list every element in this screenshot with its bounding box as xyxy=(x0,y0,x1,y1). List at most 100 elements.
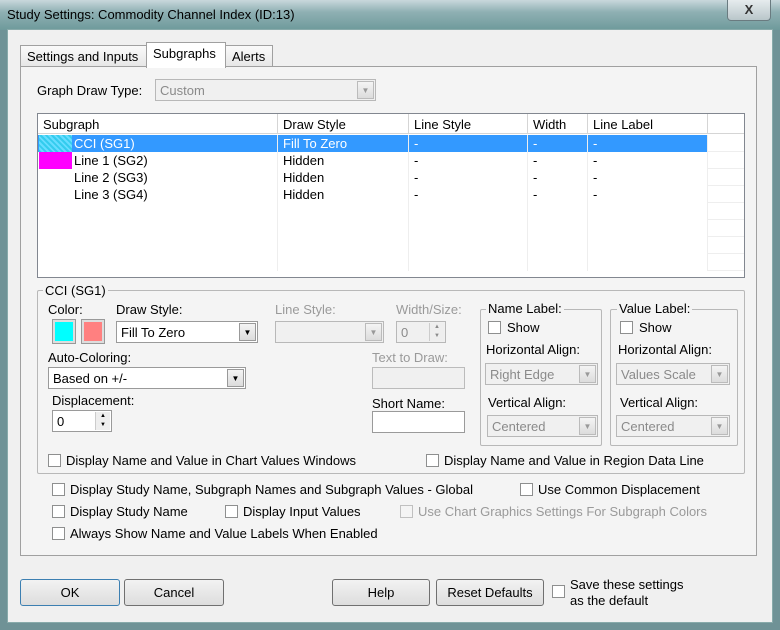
displacement-label: Displacement: xyxy=(52,393,135,408)
display-study-name-checkbox[interactable] xyxy=(52,505,65,518)
table-row[interactable]: Line 1 (SG2) Hidden - - - xyxy=(38,152,744,169)
name-label-horizontal-align-select[interactable]: Right Edge ▼ xyxy=(485,363,598,385)
spin-arrows-icon[interactable]: ▲ ▼ xyxy=(429,323,444,341)
cell-width xyxy=(528,254,588,271)
cell-name: CCI (SG1) xyxy=(38,135,278,152)
cell-draw-style: Hidden xyxy=(278,169,409,186)
cell-line-label xyxy=(588,237,708,254)
graph-draw-type-value: Custom xyxy=(160,83,205,98)
value-label-vertical-align-label: Vertical Align: xyxy=(620,395,699,410)
displacement-value: 0 xyxy=(57,414,65,429)
common-displacement-label: Use Common Displacement xyxy=(538,482,700,497)
cell-line-label xyxy=(588,220,708,237)
global-display-checkbox[interactable] xyxy=(52,483,65,496)
column-header-width[interactable]: Width xyxy=(528,114,588,134)
column-header-subgraph[interactable]: Subgraph xyxy=(38,114,278,134)
reset-defaults-button[interactable]: Reset Defaults xyxy=(436,579,544,606)
cell-line-style: - xyxy=(409,186,528,203)
auto-coloring-select[interactable]: Based on +/- ▼ xyxy=(48,367,246,389)
close-button[interactable]: X xyxy=(727,0,771,21)
chevron-down-icon: ▼ xyxy=(227,369,244,387)
chart-graphics-checkbox[interactable] xyxy=(400,505,413,518)
auto-coloring-label: Auto-Coloring: xyxy=(48,350,132,365)
cell-draw-style: Hidden xyxy=(278,152,409,169)
value-label-vertical-align-select[interactable]: Centered ▼ xyxy=(616,415,730,437)
short-name-label: Short Name: xyxy=(372,396,445,411)
table-row[interactable]: Line 2 (SG3) Hidden - - - xyxy=(38,169,744,186)
graph-draw-type-select[interactable]: Custom ▼ xyxy=(155,79,376,101)
short-name-input[interactable] xyxy=(372,411,465,433)
chart-values-label: Display Name and Value in Chart Values W… xyxy=(66,453,356,468)
always-show-labels-checkbox[interactable] xyxy=(52,527,65,540)
always-show-labels-label: Always Show Name and Value Labels When E… xyxy=(70,526,378,541)
cell-name xyxy=(38,220,278,237)
cell-width: - xyxy=(528,186,588,203)
display-input-values-label: Display Input Values xyxy=(243,504,361,519)
chevron-down-icon: ▼ xyxy=(711,417,728,435)
cell-draw-style xyxy=(278,220,409,237)
value-label-horizontal-align-select[interactable]: Values Scale ▼ xyxy=(616,363,730,385)
name-label-vertical-align-select[interactable]: Centered ▼ xyxy=(487,415,598,437)
table-row[interactable]: CCI (SG1) Fill To Zero - - - xyxy=(38,135,744,152)
cell-width xyxy=(528,203,588,220)
help-button[interactable]: Help xyxy=(332,579,430,606)
cell-line-label xyxy=(588,254,708,271)
cell-line-style xyxy=(409,237,528,254)
name-label-show-checkbox[interactable] xyxy=(488,321,501,334)
tab-alerts[interactable]: Alerts xyxy=(225,45,273,67)
cell-name xyxy=(38,203,278,220)
chevron-down-icon: ▼ xyxy=(711,365,728,383)
chevron-down-icon: ▼ xyxy=(579,417,596,435)
spin-arrows-icon[interactable]: ▲ ▼ xyxy=(95,412,110,430)
column-header-line-label[interactable]: Line Label xyxy=(588,114,708,134)
name-label-title: Name Label: xyxy=(486,301,564,316)
secondary-color-swatch[interactable] xyxy=(81,319,105,344)
value-label-horizontal-align-value: Values Scale xyxy=(621,367,696,382)
cell-line-style: - xyxy=(409,135,528,152)
cell-draw-style: Fill To Zero xyxy=(278,135,409,152)
cell-width xyxy=(528,220,588,237)
region-data-line-checkbox[interactable] xyxy=(426,454,439,467)
save-default-checkbox[interactable] xyxy=(552,585,565,598)
cell-draw-style xyxy=(278,254,409,271)
cell-name: Line 1 (SG2) xyxy=(38,152,278,169)
cancel-button[interactable]: Cancel xyxy=(124,579,224,606)
chevron-down-icon: ▼ xyxy=(357,81,374,99)
column-header-draw-style[interactable]: Draw Style xyxy=(278,114,409,134)
cell-line-label: - xyxy=(588,135,708,152)
global-display-label: Display Study Name, Subgraph Names and S… xyxy=(70,482,473,497)
primary-color-swatch[interactable] xyxy=(52,319,76,344)
display-input-values-checkbox[interactable] xyxy=(225,505,238,518)
empty-row xyxy=(38,237,744,254)
graph-draw-type-label: Graph Draw Type: xyxy=(37,83,143,98)
chart-values-checkbox[interactable] xyxy=(48,454,61,467)
column-header-line-style[interactable]: Line Style xyxy=(409,114,528,134)
value-label-vertical-align-value: Centered xyxy=(621,419,675,434)
displacement-spinner[interactable]: 0 ▲ ▼ xyxy=(52,410,112,432)
cell-line-style xyxy=(409,203,528,220)
value-label-show-text: Show xyxy=(639,320,672,335)
color-swatch xyxy=(39,135,72,152)
draw-style-select[interactable]: Fill To Zero ▼ xyxy=(116,321,258,343)
name-label-vertical-align-value: Centered xyxy=(492,419,546,434)
common-displacement-checkbox[interactable] xyxy=(520,483,533,496)
cell-draw-style xyxy=(278,203,409,220)
column-header-filler xyxy=(708,114,744,134)
chart-graphics-label: Use Chart Graphics Settings For Subgraph… xyxy=(418,504,708,519)
value-label-title: Value Label: xyxy=(617,301,693,316)
cell-line-label xyxy=(588,203,708,220)
tab-settings-and-inputs[interactable]: Settings and Inputs xyxy=(20,45,147,67)
ok-button[interactable]: OK xyxy=(20,579,120,606)
cell-name: Line 3 (SG4) xyxy=(38,186,278,203)
subgraph-list[interactable]: Subgraph Draw Style Line Style Width Lin… xyxy=(37,113,745,278)
color-swatch xyxy=(39,152,72,169)
line-style-select[interactable]: ▼ xyxy=(275,321,384,343)
tab-subgraphs[interactable]: Subgraphs xyxy=(146,42,226,68)
text-to-draw-input[interactable] xyxy=(372,367,465,389)
width-size-spinner[interactable]: 0 ▲ ▼ xyxy=(396,321,446,343)
name-label-show-text: Show xyxy=(507,320,540,335)
cell-draw-style: Hidden xyxy=(278,186,409,203)
value-label-show-checkbox[interactable] xyxy=(620,321,633,334)
table-row[interactable]: Line 3 (SG4) Hidden - - - xyxy=(38,186,744,203)
window-title: Study Settings: Commodity Channel Index … xyxy=(7,7,295,22)
